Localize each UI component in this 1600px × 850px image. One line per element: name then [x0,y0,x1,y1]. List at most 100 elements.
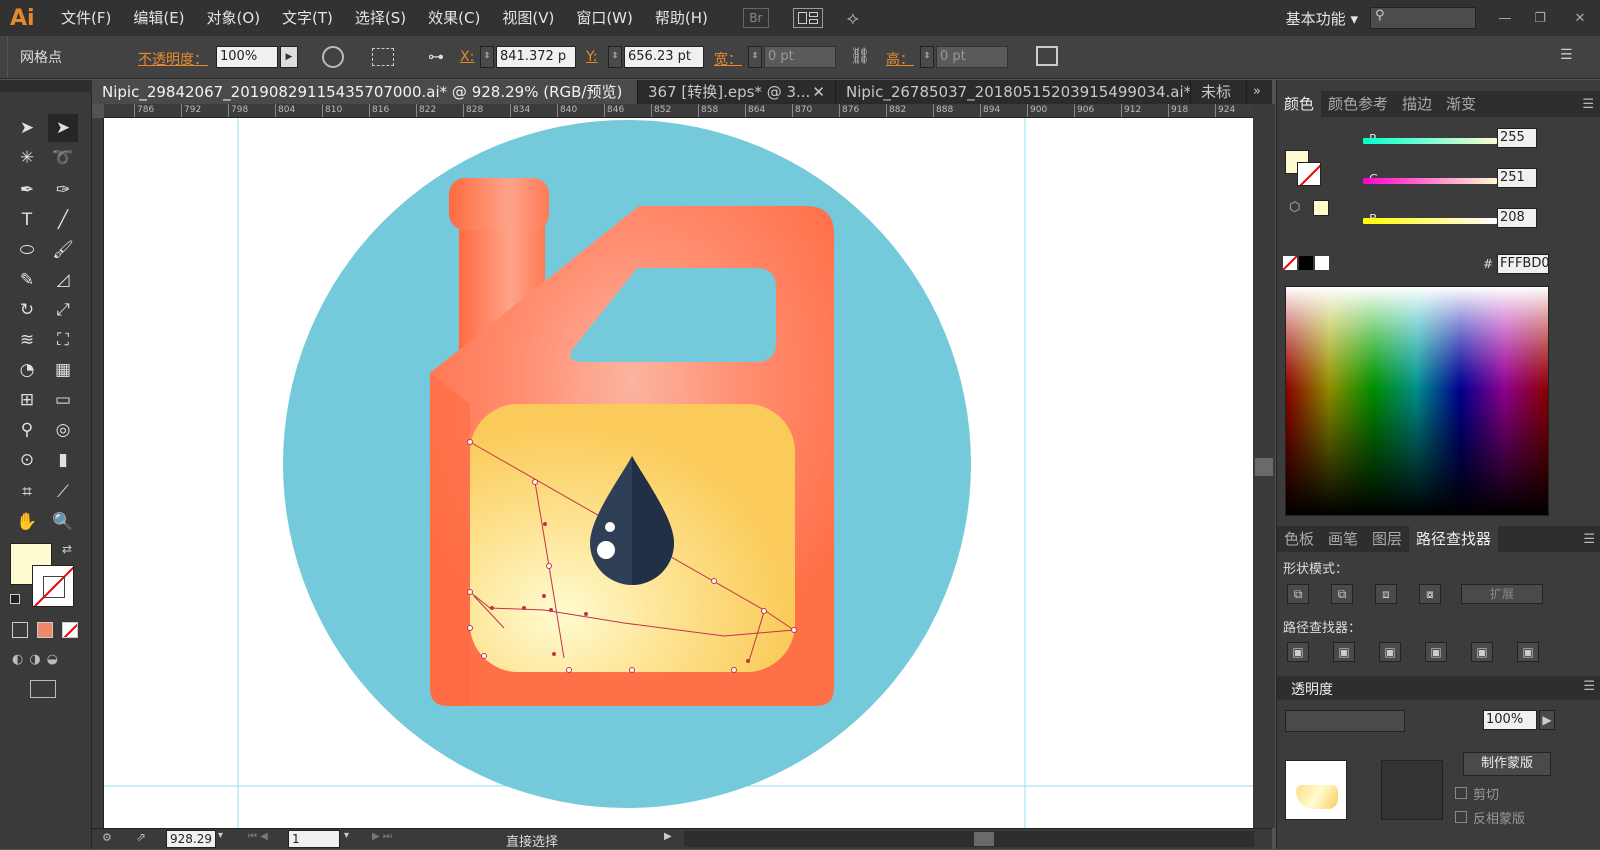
line-tool-icon[interactable]: ╱ [48,206,78,234]
tab-brushes[interactable]: 画笔 [1321,526,1365,552]
constrain-proportions-icon[interactable]: ⛓ [850,46,870,65]
lasso-tool-icon[interactable]: ➰ [48,144,78,172]
r-slider[interactable] [1363,138,1497,144]
g-field[interactable]: 251 [1497,168,1537,188]
b-field[interactable]: 208 [1497,208,1537,228]
panel-menu-icon[interactable]: ☰ [1583,532,1600,547]
black-swatch[interactable] [1299,256,1313,270]
menu-type[interactable]: 文字(T) [271,0,344,36]
scale-tool-icon[interactable]: ⤢ [48,296,78,324]
shape-builder-tool-icon[interactable]: ◔ [12,356,42,384]
search-input[interactable]: ⚲ [1370,7,1476,29]
eraser-tool-icon[interactable]: ◿ [48,266,78,294]
artboard-tool-icon[interactable]: ⌗ [12,478,42,506]
b-slider[interactable] [1363,218,1497,224]
pen-tool-icon[interactable]: ✒ [12,176,42,204]
panel-menu-icon[interactable]: ☰ [1583,679,1595,694]
artboard-number-field[interactable]: 1 [288,830,340,848]
menu-edit[interactable]: 编辑(E) [122,0,195,36]
workspace-switcher[interactable]: 基本功能 ▾ [1286,8,1358,29]
menu-window[interactable]: 窗口(W) [565,0,644,36]
none-swatch[interactable] [1283,256,1297,270]
menu-view[interactable]: 视图(V) [491,0,565,36]
swap-fill-stroke-icon[interactable]: ⇄ [62,542,72,556]
pencil-tool-icon[interactable]: ✎ [12,266,42,294]
web-safe-swatch[interactable] [1313,200,1329,216]
outline-button[interactable]: ▣ [1471,642,1493,662]
make-mask-button[interactable]: 制作蒙版 [1463,752,1551,776]
page-nav-last[interactable]: ▶ ⏭ [372,831,392,842]
width-field[interactable]: 0 pt [764,46,836,68]
tab-document-4[interactable]: 未标 [1191,80,1247,104]
gradient-tool-icon[interactable]: ▭ [48,386,78,414]
r-field[interactable]: 255 [1497,128,1537,148]
perspective-grid-tool-icon[interactable]: ▦ [48,356,78,384]
tab-document-3[interactable]: Nipic_26785037_20180515203915499034.ai*✕ [836,80,1191,104]
y-field[interactable]: 656.23 pt [624,46,704,68]
color-mode-button[interactable] [12,622,28,638]
intersect-button[interactable]: ⧈ [1375,584,1397,604]
restore-button[interactable]: ❐ [1520,11,1560,26]
transform-icon[interactable] [1036,46,1058,66]
arrange-documents-icon[interactable] [792,8,823,28]
opacity-dropdown-arrow[interactable]: ▶ [280,46,298,68]
transparency-title[interactable]: 透明度 [1291,679,1333,699]
magic-wand-tool-icon[interactable]: ✳ [12,144,42,172]
tab-swatches[interactable]: 色板 [1277,526,1321,552]
tab-gradient[interactable]: 渐变 [1439,91,1483,117]
stroke-swatch-none[interactable] [32,565,74,607]
close-window-button[interactable]: ✕ [1560,11,1600,26]
y-stepper[interactable]: ⇕ [608,46,622,68]
slice-tool-icon[interactable]: ⟋ [48,478,78,506]
opacity-label[interactable]: 不透明度： [138,49,208,69]
blend-mode-select[interactable] [1285,710,1405,732]
recolor-icon[interactable] [322,46,344,68]
clip-checkbox[interactable] [1455,787,1467,799]
menu-effect[interactable]: 效果(C) [417,0,491,36]
artboard-canvas[interactable] [104,118,1274,828]
ellipse-tool-icon[interactable]: ⬭ [12,236,42,264]
object-thumbnail[interactable] [1285,760,1347,820]
tab-stroke[interactable]: 描边 [1395,91,1439,117]
mask-thumbnail[interactable] [1381,760,1443,820]
draw-mode-icons[interactable]: ◐◑◒ [12,652,64,667]
rotate-tool-icon[interactable]: ↻ [12,296,42,324]
column-graph-tool-icon[interactable]: ▮ [48,446,78,474]
screen-mode-icon[interactable] [30,680,56,698]
x-stepper[interactable]: ⇕ [480,46,494,68]
status-arrow[interactable]: ▶ [664,831,672,842]
menu-select[interactable]: 选择(S) [344,0,417,36]
crop-button[interactable]: ▣ [1425,642,1447,662]
g-slider[interactable] [1363,178,1497,184]
export-icon[interactable]: ⇗ [136,830,146,844]
minus-back-button[interactable]: ▣ [1517,642,1539,662]
page-nav-first[interactable]: ⏮ ◀ [248,831,268,842]
zoom-tool-icon[interactable]: 🔍 [48,508,78,536]
white-swatch[interactable] [1315,256,1329,270]
type-tool-icon[interactable]: T [12,206,42,234]
transform-ref-icon[interactable]: ⊶ [428,47,444,66]
panel-menu-icon[interactable]: ☰ [1582,97,1600,112]
invert-mask-checkbox[interactable] [1455,811,1467,823]
status-menu-icon[interactable]: ⚙ [102,831,112,844]
eyedropper-tool-icon[interactable]: ⚲ [12,416,42,444]
zoom-dropdown[interactable]: ▾ [218,830,223,841]
unite-button[interactable]: ⧉ [1287,584,1309,604]
width-tool-icon[interactable]: ≋ [12,326,42,354]
selection-tool-icon[interactable]: ➤ [12,114,42,142]
menu-object[interactable]: 对象(O) [196,0,272,36]
x-field[interactable]: 841.372 p [496,46,576,68]
more-tabs-icon[interactable]: » [1247,80,1261,104]
trim-button[interactable]: ▣ [1333,642,1355,662]
transparency-opacity-arrow[interactable]: ▶ [1539,710,1555,730]
divide-button[interactable]: ▣ [1287,642,1309,662]
expand-button[interactable]: 扩展 [1461,584,1543,604]
width-stepper[interactable]: ⇕ [748,46,762,68]
exclude-button[interactable]: ⧇ [1419,584,1441,604]
tab-pathfinder[interactable]: 路径查找器 [1409,526,1499,552]
mesh-tool-icon[interactable]: ⊞ [12,386,42,414]
hex-field[interactable]: FFFBD0 [1497,254,1550,274]
zoom-field[interactable]: 928.29 [166,830,216,848]
tab-color[interactable]: 颜色 [1277,91,1322,117]
gpu-performance-icon[interactable]: ⟡ [847,8,859,29]
